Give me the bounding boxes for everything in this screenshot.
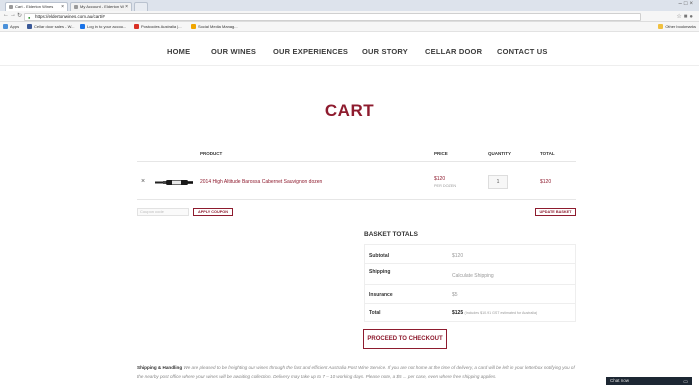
- remove-item-icon[interactable]: ×: [141, 178, 145, 185]
- apply-coupon-button[interactable]: APPLY COUPON: [193, 208, 233, 216]
- chat-icon: ▭: [683, 379, 688, 385]
- forward-icon[interactable]: →: [10, 12, 16, 18]
- product-name-link[interactable]: 2014 High Altitude Barossa Cabernet Sauv…: [200, 179, 322, 185]
- back-icon[interactable]: ←: [3, 12, 9, 18]
- nav-our-story[interactable]: OUR STORY: [362, 47, 408, 56]
- tab-label: Cart - Elderton Wines: [15, 4, 54, 9]
- close-tab-icon[interactable]: ×: [61, 3, 64, 11]
- basket-totals-title: BASKET TOTALS: [364, 231, 418, 238]
- bookmark-apps[interactable]: Apps: [3, 24, 19, 30]
- bookmark-icon: [134, 24, 139, 29]
- divider: [364, 303, 576, 304]
- reload-icon[interactable]: ↻: [17, 12, 22, 19]
- nav-our-wines[interactable]: OUR WINES: [211, 47, 256, 56]
- insurance-label: Insurance: [369, 292, 393, 298]
- quantity-input[interactable]: 1: [488, 175, 508, 189]
- total-amount: $125: [452, 310, 464, 316]
- divider: [364, 284, 576, 285]
- page-title: CART: [324, 101, 375, 120]
- subtotal-value: $120: [452, 253, 464, 259]
- star-icon[interactable]: ☆: [676, 14, 683, 20]
- url-text: https://eldertonwines.com.au/cart/#: [35, 14, 105, 19]
- bookmark-icon: [27, 24, 32, 29]
- item-price: $120: [434, 176, 446, 182]
- header-price: PRICE: [434, 151, 448, 156]
- site-nav: HOME OUR WINES OUR EXPERIENCES OUR STORY…: [0, 32, 699, 66]
- browser-tab-account[interactable]: My Account - Elderton W ×: [70, 2, 132, 11]
- address-bar-row: ← → ↻ ● https://eldertonwines.com.au/car…: [0, 11, 699, 22]
- shipping-text: We are pleased to be freighting our wine…: [137, 365, 575, 379]
- tab-label: My Account - Elderton W: [80, 4, 125, 9]
- bookmark-icon: [80, 24, 85, 29]
- update-basket-button[interactable]: UPDATE BASKET: [535, 208, 576, 216]
- window-controls[interactable]: –□×: [679, 1, 695, 7]
- item-price-unit: PER DOZEN: [434, 184, 457, 188]
- calculate-shipping-link[interactable]: Calculate Shipping: [452, 273, 494, 279]
- bookmark-other[interactable]: Other bookmarks: [658, 24, 696, 30]
- bookmark-postcodes[interactable]: Postcodes Australia |...: [134, 24, 182, 30]
- divider: [137, 161, 576, 162]
- bookmark-icon: [191, 24, 196, 29]
- close-window-icon[interactable]: ×: [689, 1, 695, 7]
- header-product: PRODUCT: [200, 151, 223, 156]
- shipping-info: Shipping & Handling We are pleased to be…: [137, 364, 579, 381]
- shipping-heading: Shipping & Handling: [137, 365, 183, 370]
- chat-label: Chat now: [610, 378, 630, 383]
- header-quantity: QUANTITY: [488, 151, 511, 156]
- header-total: TOTAL: [540, 151, 555, 156]
- wine-bottle-icon: [155, 180, 193, 185]
- apps-icon: [3, 24, 8, 29]
- browser-tab-cart[interactable]: Cart - Elderton Wines ×: [5, 2, 68, 11]
- item-total: $120: [540, 179, 552, 185]
- extension-icons[interactable]: ☆■●: [676, 13, 695, 20]
- nav-home[interactable]: HOME: [167, 47, 190, 56]
- nav-contact-us[interactable]: CONTACT US: [497, 47, 548, 56]
- close-tab-icon[interactable]: ×: [125, 3, 128, 11]
- chat-widget[interactable]: Chat now ▭: [606, 377, 692, 385]
- browser-tab-bar: Cart - Elderton Wines × My Account - Eld…: [0, 0, 699, 11]
- folder-icon: [658, 24, 664, 29]
- favicon-icon: [9, 5, 13, 9]
- insurance-value: $5: [452, 292, 458, 298]
- nav-cellar-door[interactable]: CELLAR DOOR: [425, 47, 482, 56]
- total-value: $125 (Includes $10.91 GST estimated for …: [452, 310, 537, 316]
- total-label: Total: [369, 310, 381, 316]
- coupon-input[interactable]: Coupon code: [137, 208, 189, 216]
- bookmark-login[interactable]: Log in to your accou...: [80, 24, 126, 30]
- extension-icon[interactable]: ●: [689, 14, 695, 20]
- gst-note: (Includes $10.91 GST estimated for Austr…: [464, 311, 538, 315]
- proceed-to-checkout-button[interactable]: PROCEED TO CHECKOUT: [363, 329, 447, 349]
- shipping-label: Shipping: [369, 269, 391, 275]
- divider: [364, 263, 576, 264]
- nav-our-experiences[interactable]: OUR EXPERIENCES: [273, 47, 348, 56]
- new-tab-button[interactable]: [134, 2, 148, 11]
- bookmark-cellar-door[interactable]: Cellar door sales - W...: [27, 24, 74, 30]
- lock-icon: ●: [28, 15, 31, 20]
- subtotal-label: Subtotal: [369, 253, 389, 259]
- bookmark-social[interactable]: Social Media Manag...: [191, 24, 238, 30]
- favicon-icon: [74, 5, 78, 9]
- bookmarks-bar: Apps Cellar door sales - W... Log in to …: [0, 22, 699, 32]
- url-input[interactable]: ● https://eldertonwines.com.au/cart/#: [24, 13, 641, 21]
- divider: [137, 199, 576, 200]
